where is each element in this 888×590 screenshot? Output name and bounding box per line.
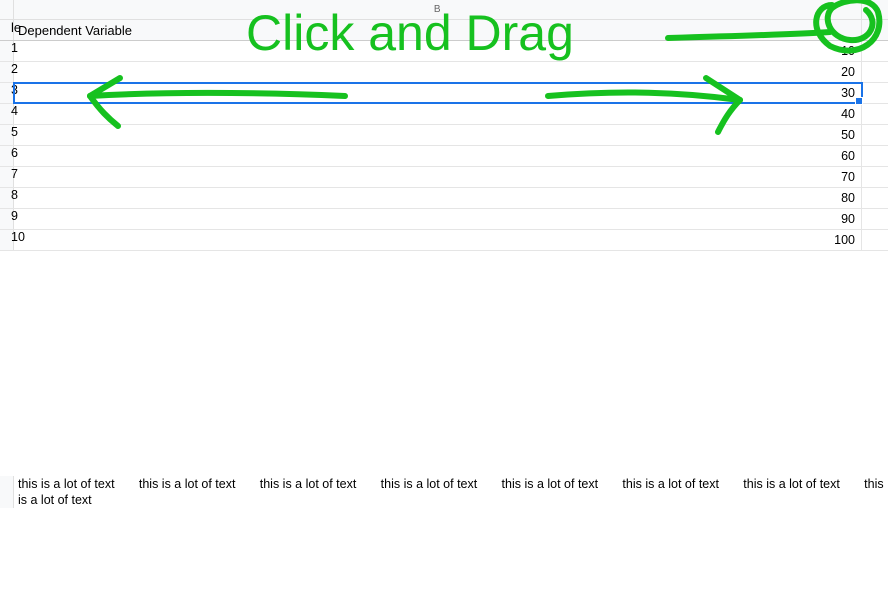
cell-a-value: 8	[11, 188, 18, 202]
cell-c[interactable]	[862, 41, 888, 61]
column-header-c[interactable]	[862, 0, 888, 19]
cell-c[interactable]	[862, 125, 888, 145]
cell-b[interactable]: 70	[14, 167, 862, 187]
cell-b-value: 40	[841, 107, 855, 121]
data-row[interactable]: 6 60	[0, 146, 888, 167]
cell-b-value: 30	[841, 86, 855, 100]
cell-a-value: 9	[11, 209, 18, 223]
cell-c[interactable]	[862, 209, 888, 229]
data-row[interactable]: 9 90	[0, 209, 888, 230]
cell-b[interactable]: 20	[14, 62, 862, 82]
grid-spacer[interactable]	[0, 251, 888, 476]
cell-b-value: 10	[841, 44, 855, 58]
cell-b-value: 90	[841, 212, 855, 226]
data-row[interactable]: 5 50	[0, 125, 888, 146]
cell-a-header-text: le	[11, 20, 21, 35]
cell-b[interactable]: 90	[14, 209, 862, 229]
cell-b[interactable]: 40	[14, 104, 862, 124]
cell-a-value: 7	[11, 167, 18, 181]
data-header-row[interactable]: le Dependent Variable	[0, 20, 888, 41]
data-row[interactable]: 2 20	[0, 62, 888, 83]
grid-body: le Dependent Variable 1 10 2 20 3304 40 5 50 6 60…	[0, 20, 888, 508]
cell-c[interactable]	[862, 230, 888, 250]
spreadsheet: B le Dependent Variable 1 10 2 20 3304 40 5 50 6…	[0, 0, 888, 590]
corner-cell[interactable]	[0, 0, 14, 19]
data-row[interactable]: 1 10	[0, 41, 888, 62]
cell-b[interactable]: 50	[14, 125, 862, 145]
cell-c-header[interactable]	[862, 20, 888, 40]
cell-b-value: 20	[841, 65, 855, 79]
cell-c[interactable]	[862, 188, 888, 208]
cell-b[interactable]: 30	[14, 83, 862, 103]
data-row[interactable]: 10 100	[0, 230, 888, 251]
cell-c[interactable]	[862, 104, 888, 124]
cell-b[interactable]: 10	[14, 41, 862, 61]
cell-b-value: 80	[841, 191, 855, 205]
cell-a-value: 6	[11, 146, 18, 160]
cell-b-value: 50	[841, 128, 855, 142]
cell-b[interactable]: 60	[14, 146, 862, 166]
cell-a-value: 4	[11, 104, 18, 118]
data-row[interactable]: 4 40	[0, 104, 888, 125]
cell-a-value: 10	[11, 230, 25, 244]
longtext-cell[interactable]: this is a lot of text this is a lot of t…	[14, 476, 888, 508]
cell-c[interactable]	[862, 146, 888, 166]
data-row[interactable]: 8 80	[0, 188, 888, 209]
cell-b-header[interactable]: Dependent Variable	[14, 20, 862, 40]
row-number-longtext[interactable]	[0, 476, 14, 508]
cell-b[interactable]: 100	[14, 230, 862, 250]
cell-c[interactable]	[862, 83, 888, 103]
cell-b-value: 100	[834, 233, 855, 247]
cell-b-value: 70	[841, 170, 855, 184]
cell-a-value: 1	[11, 41, 18, 55]
column-header-row: B	[0, 0, 888, 20]
data-row[interactable]: 7 70	[0, 167, 888, 188]
cell-c[interactable]	[862, 62, 888, 82]
cell-b[interactable]: 80	[14, 188, 862, 208]
cell-b-header-text: Dependent Variable	[18, 23, 132, 38]
longtext-row[interactable]: this is a lot of text this is a lot of t…	[0, 476, 888, 508]
cell-a-value: 5	[11, 125, 18, 139]
column-header-b[interactable]: B	[14, 0, 862, 19]
cell-a-value: 2	[11, 62, 18, 76]
cell-c[interactable]	[862, 167, 888, 187]
data-row[interactable]: 330	[0, 83, 888, 104]
cell-b-value: 60	[841, 149, 855, 163]
